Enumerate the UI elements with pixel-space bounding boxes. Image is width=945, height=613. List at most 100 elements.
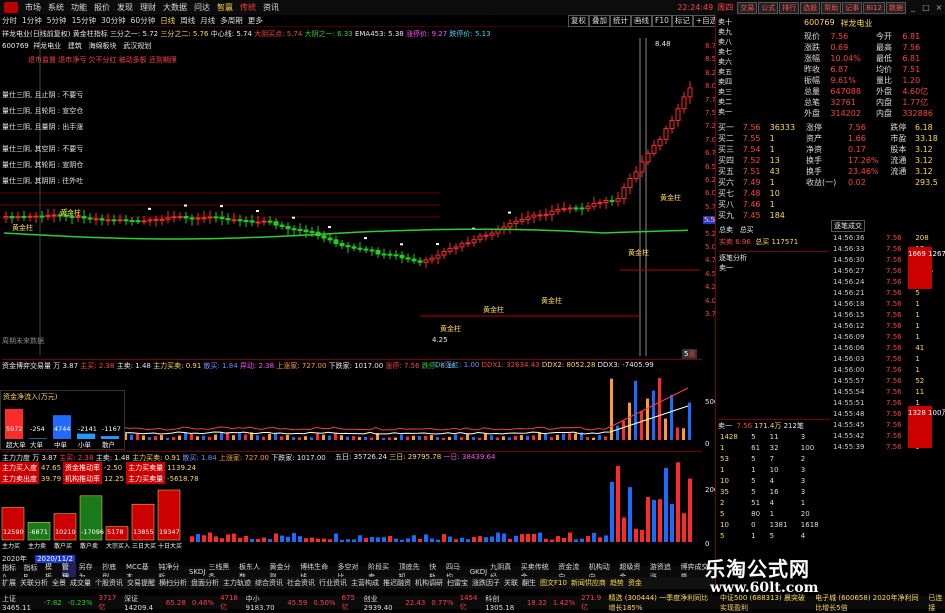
mf-bar: [628, 487, 632, 542]
info-tab[interactable]: 个股资讯: [95, 578, 123, 588]
info-tab[interactable]: 关联: [504, 578, 518, 588]
tool-f10[interactable]: F10: [652, 15, 672, 27]
info-tab[interactable]: 全景: [52, 578, 66, 588]
tool-tongji[interactable]: 统计: [610, 15, 631, 27]
period-fenshi[interactable]: 分时: [2, 15, 17, 26]
tool-diejia[interactable]: 叠加: [589, 15, 610, 27]
mf-r1c2: 47.65: [41, 463, 62, 472]
sum-label-a: 总卖: [719, 226, 733, 234]
fin-row: 换手 17.26% 流通 3.12: [804, 155, 945, 166]
period-multi[interactable]: 多周期: [220, 15, 243, 26]
depth-row-cell: 100: [800, 443, 815, 452]
period-30m[interactable]: 30分钟: [101, 15, 126, 26]
info-tab[interactable]: 横扫分析: [159, 578, 187, 588]
status-item: 0.46%: [191, 598, 215, 607]
period-week[interactable]: 周线: [180, 15, 195, 26]
fin-row-cell: 293.5: [914, 178, 938, 187]
tool-jishi-button[interactable]: 记事: [842, 1, 863, 14]
info-tab[interactable]: 行业资讯: [319, 578, 347, 588]
menu-licai[interactable]: 理财: [140, 2, 156, 13]
tool-biaoji[interactable]: 标记: [671, 15, 693, 27]
candle-body: [633, 171, 639, 180]
bottom-tool-tool_right2[interactable]: 资金: [628, 578, 642, 588]
info-tab[interactable]: 综合资讯: [255, 578, 283, 588]
info-tab[interactable]: 社会资讯: [287, 578, 315, 588]
menu-dashuju[interactable]: 大数据: [163, 2, 187, 13]
menu-wenda[interactable]: 问达: [194, 2, 210, 13]
mf-box-value: 12590: [3, 528, 24, 536]
tool-xuangu-button[interactable]: 选股: [800, 1, 821, 14]
period-60m[interactable]: 60分钟: [131, 15, 156, 26]
period-month[interactable]: 月线: [200, 15, 215, 26]
trade-title[interactable]: 逐笔成交: [831, 220, 865, 232]
menu-gongneng[interactable]: 功能: [71, 2, 87, 13]
period-more[interactable]: 更多: [248, 15, 263, 26]
candle-body: [675, 108, 681, 121]
close-icon[interactable]: ×: [933, 3, 945, 12]
mf-bar: [358, 535, 362, 542]
candle-body: [81, 215, 87, 219]
status-item: 18.32: [526, 598, 547, 607]
mf-bar: [190, 536, 194, 542]
info-tab[interactable]: 主营构成: [351, 578, 379, 588]
buy-row-cell: 买三: [718, 145, 734, 154]
mf-bar: [328, 539, 332, 542]
tool-bangzhu-button[interactable]: 帮助: [821, 1, 842, 14]
depth-row-cell: 5: [769, 531, 775, 540]
trade-row: 14:56:15 7.56 1: [831, 309, 945, 320]
status-item: 65.28: [165, 598, 186, 607]
candlestick-chart[interactable]: [0, 28, 715, 356]
fold-tag[interactable]: 逐笔分析: [719, 251, 829, 263]
bottom-tool-tool_left[interactable]: 图文F10: [540, 578, 567, 588]
quote-row-cell: 6.81: [902, 54, 921, 63]
period-5m[interactable]: 5分钟: [47, 15, 67, 26]
info-tab[interactable]: 盘面分析: [191, 578, 219, 588]
info-tab[interactable]: 翻生: [522, 578, 536, 588]
mf-r1c5: 主力买卖量: [126, 462, 166, 473]
bottom-tool-tool_right[interactable]: 趋势: [610, 578, 624, 588]
indicator-tab[interactable]: GKDJ: [470, 568, 487, 576]
depth-row: 10 0 1381 1618: [718, 519, 830, 530]
menu-zixun[interactable]: 资讯: [263, 2, 279, 13]
menu-zhiying[interactable]: 智赢: [217, 2, 233, 13]
info-tab[interactable]: 交易提醒: [127, 578, 155, 588]
info-tab[interactable]: 机构调研: [415, 578, 443, 588]
menu-faxian[interactable]: 发现: [117, 2, 133, 13]
mf-bar: [370, 536, 374, 542]
mf-bar: [244, 535, 248, 542]
period-15m[interactable]: 15分钟: [72, 15, 97, 26]
fund-bar: [448, 436, 451, 440]
scroll-tag[interactable]: 5涨: [682, 349, 698, 359]
depth-row-cell: 3: [800, 487, 806, 496]
info-tab[interactable]: 关联分析: [20, 578, 48, 588]
fund-bar: [634, 380, 637, 440]
info-tab[interactable]: 成交量: [70, 578, 91, 588]
bottom-tool-tool_mid[interactable]: 新闻供应商: [571, 578, 606, 588]
period-1m[interactable]: 1分钟: [22, 15, 42, 26]
menu-baojia[interactable]: 报价: [94, 2, 110, 13]
tool-huaxian[interactable]: 画线: [631, 15, 652, 27]
indicator-tab[interactable]: SKDJ: [189, 568, 206, 576]
menu-xitong[interactable]: 系统: [48, 2, 64, 13]
fund-bar: [334, 432, 337, 440]
tool-jiaoyi-button[interactable]: 交易: [737, 1, 758, 14]
minimize-icon[interactable]: _: [907, 3, 919, 12]
info-tab[interactable]: 主力轨迹: [223, 578, 251, 588]
candle-body: [447, 247, 453, 252]
maximize-icon[interactable]: □: [920, 3, 932, 12]
tool-gongshi-button[interactable]: 公式: [758, 1, 779, 14]
info-tab[interactable]: 涨跌因子: [472, 578, 500, 588]
fund-bar: [268, 433, 271, 440]
info-tab[interactable]: 推迟融资: [383, 578, 411, 588]
menu-chuantong[interactable]: 传统: [240, 2, 256, 13]
tool-fuquan[interactable]: 复权: [568, 15, 589, 27]
candle-body: [111, 219, 117, 222]
period-day[interactable]: 日线: [160, 15, 175, 26]
tool-paihang-button[interactable]: 排行: [779, 1, 800, 14]
signal-dot: [508, 211, 511, 214]
info-tab[interactable]: 扩展: [2, 578, 16, 588]
info-tab[interactable]: 扫雷宝: [447, 578, 468, 588]
tool-bi12-button[interactable]: BI12: [863, 1, 885, 14]
menu-shichang[interactable]: 市场: [25, 2, 41, 13]
tool-shuju-button[interactable]: 数据: [886, 1, 906, 14]
